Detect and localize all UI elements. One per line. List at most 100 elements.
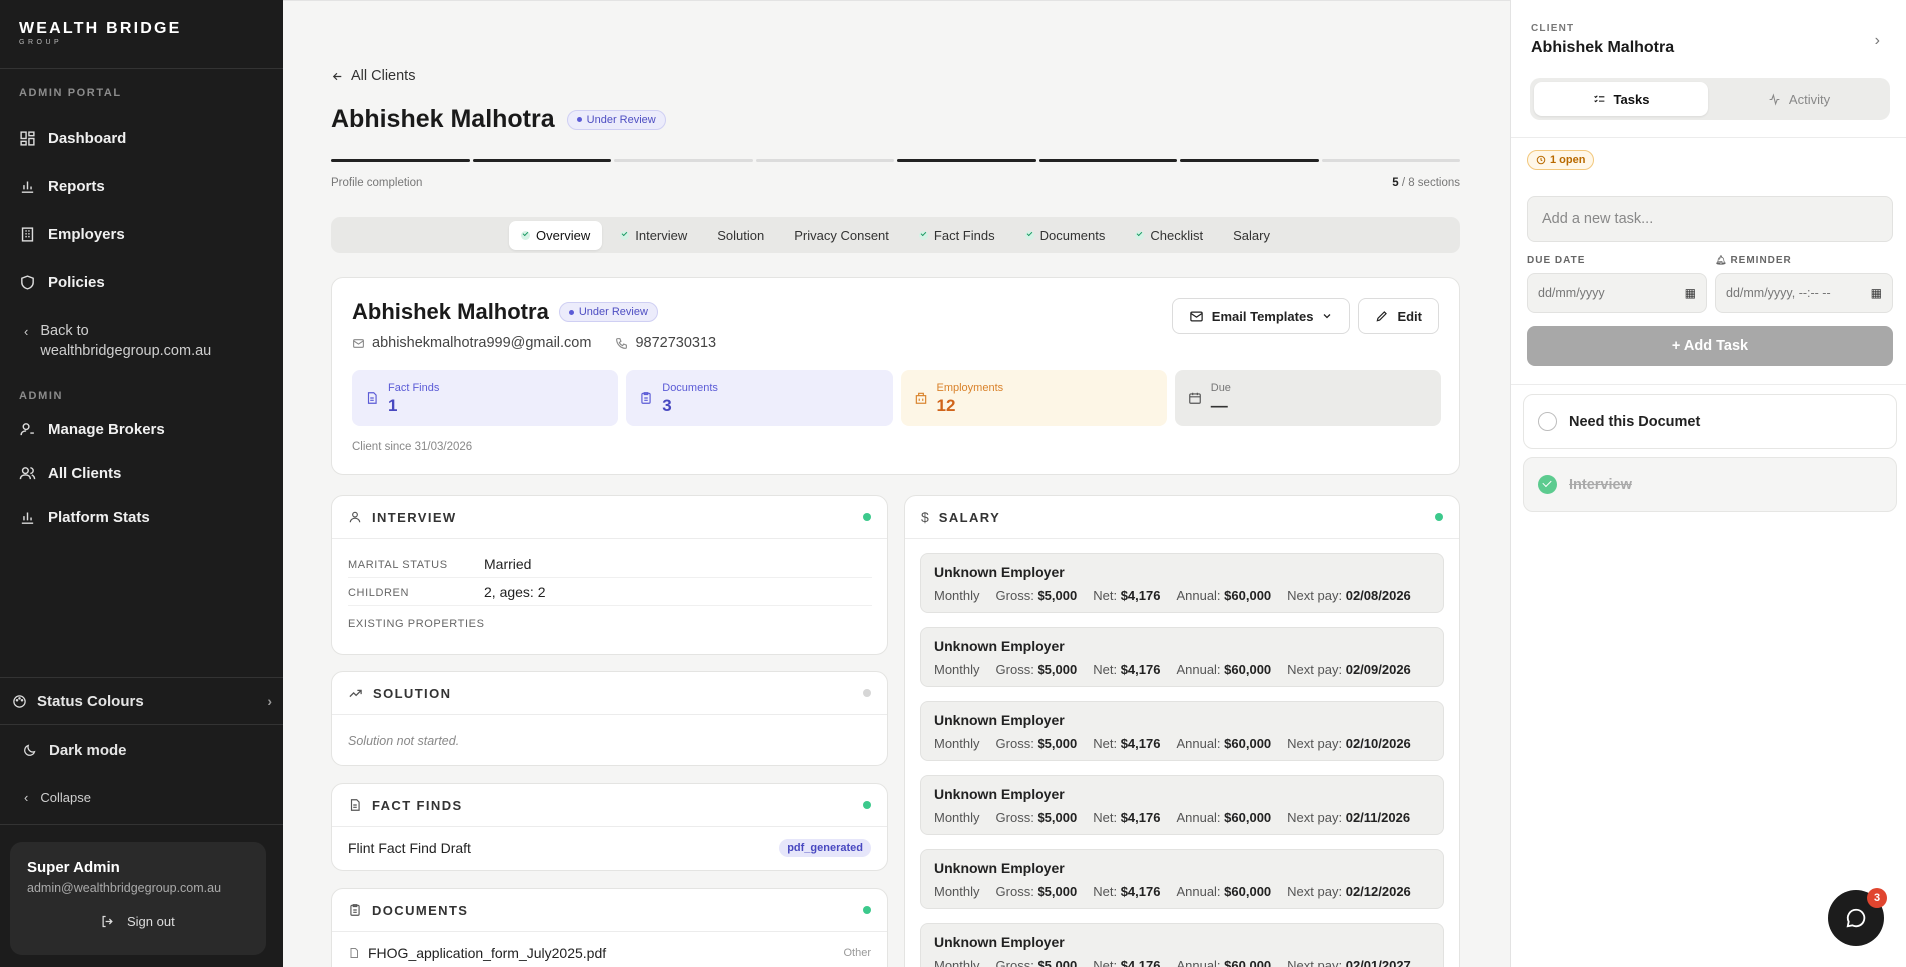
stat-label: Documents	[662, 382, 718, 394]
progress-count: 5 / 8 sections	[1392, 177, 1460, 189]
salary-item[interactable]: Unknown Employer Monthly Gross: $5,000 Net:…	[920, 553, 1444, 613]
task-item[interactable]: Need this Documet	[1523, 394, 1897, 449]
solution-header[interactable]: SOLUTION	[332, 672, 887, 715]
clipboard-icon	[350, 904, 360, 916]
documents-header[interactable]: DOCUMENTS	[332, 889, 887, 932]
stat-due[interactable]: Due —	[1174, 370, 1441, 426]
incomplete-dot	[863, 689, 871, 697]
fact-finds-header[interactable]: FACT FINDS	[332, 784, 887, 827]
net-label: Net:	[1093, 958, 1118, 967]
tab-documents[interactable]: Documents	[1013, 221, 1118, 250]
divider	[0, 677, 283, 678]
salary-details: Monthly Gross: $5,000 Net: $4,176 Annual: $…	[934, 662, 1411, 677]
sidebar-item-policies[interactable]: Policies	[19, 267, 264, 297]
sidebar-item-platform-stats[interactable]: Platform Stats	[19, 502, 264, 532]
tab-interview[interactable]: Interview	[608, 221, 699, 250]
salary-item[interactable]: Unknown Employer Monthly Gross: $5,000 Net:…	[920, 701, 1444, 761]
brand-name: WEALTH BRIDGE	[19, 20, 182, 37]
new-task-input[interactable]: Add a new task...	[1527, 196, 1893, 242]
net-label: Net:	[1093, 736, 1118, 751]
brand-logo[interactable]: WEALTH BRIDGE GROUP	[19, 20, 182, 46]
collapse-sidebar-button[interactable]: ‹ Collapse	[24, 790, 91, 805]
tab-activity[interactable]: Activity	[1712, 82, 1886, 116]
tab-privacy-consent[interactable]: Privacy Consent	[782, 221, 901, 250]
reminder-input[interactable]: dd/mm/yyyy, --:-- -- ▦	[1715, 273, 1893, 313]
fact-find-item[interactable]: Flint Fact Find Draft	[348, 840, 471, 856]
divider	[0, 724, 283, 725]
salary-details: Monthly Gross: $5,000 Net: $4,176 Annual: $…	[934, 588, 1411, 603]
tab-label: Tasks	[1613, 91, 1650, 107]
sidebar-item-all-clients[interactable]: All Clients	[19, 458, 264, 488]
net-value: $4,176	[1120, 588, 1161, 603]
sidebar-item-reports[interactable]: Reports	[19, 171, 264, 201]
tab-checklist[interactable]: Checklist	[1123, 221, 1215, 250]
back-to-site-link[interactable]: ‹ Back to wealthbridgegroup.com.au	[24, 321, 250, 361]
panel-tabs: Tasks Activity	[1530, 78, 1890, 120]
status-colours-toggle[interactable]: Status Colours ›	[12, 690, 272, 712]
tab-overview[interactable]: Overview	[509, 220, 603, 250]
task-title: Need this Documet	[1569, 413, 1701, 430]
tab-salary[interactable]: Salary	[1221, 221, 1282, 250]
next-pay: Next pay: 02/01/2027	[1287, 958, 1411, 967]
section-title: INTERVIEW	[372, 509, 457, 525]
email-templates-button[interactable]: Email Templates	[1171, 298, 1351, 334]
task-item-completed[interactable]: Interview	[1523, 457, 1897, 512]
task-checkbox-checked[interactable]	[1538, 475, 1557, 494]
tab-solution[interactable]: Solution	[705, 221, 776, 250]
net-pay: Net: $4,176	[1093, 884, 1160, 899]
tab-label: Solution	[717, 227, 765, 243]
panel-client-name: Abhishek Malhotra	[1531, 39, 1675, 56]
client-side-panel: CLIENT Abhishek Malhotra › Tasks Activit…	[1510, 0, 1906, 967]
sidebar-item-label: Platform Stats	[48, 508, 150, 526]
due-date-input[interactable]: dd/mm/yyyy ▦	[1527, 273, 1707, 313]
sidebar-item-employers[interactable]: Employers	[19, 219, 264, 249]
user-cog-icon	[20, 422, 34, 435]
progress-segment	[1180, 159, 1319, 162]
sidebar-item-label: Manage Brokers	[48, 420, 165, 438]
task-checkbox[interactable]	[1538, 412, 1557, 431]
document-item[interactable]: FHOG_application_form_July2025.pdf	[348, 945, 606, 961]
tab-fact-finds[interactable]: Fact Finds	[907, 221, 1007, 250]
client-since: Client since 31/03/2026	[352, 441, 473, 453]
client-email[interactable]: abhishekmalhotra999@gmail.com	[352, 335, 591, 351]
annual-pay: Annual: $60,000	[1176, 810, 1271, 825]
annual-value: $60,000	[1224, 884, 1272, 899]
next-pay: Next pay: 02/08/2026	[1287, 588, 1411, 603]
due-date-placeholder: dd/mm/yyyy	[1538, 286, 1605, 300]
client-phone[interactable]: 9872730313	[615, 335, 716, 351]
salary-item[interactable]: Unknown Employer Monthly Gross: $5,000 Net:…	[920, 849, 1444, 909]
dark-mode-toggle[interactable]: Dark mode	[22, 742, 127, 759]
progress-total: / 8 sections	[1401, 177, 1460, 189]
salary-header[interactable]: $ SALARY	[905, 496, 1459, 539]
stat-documents[interactable]: Documents 3	[626, 370, 893, 426]
sign-out-button[interactable]: Sign out	[100, 914, 175, 929]
calendar-icon[interactable]: ▦	[1685, 286, 1696, 300]
tab-tasks[interactable]: Tasks	[1534, 82, 1708, 116]
annual-label: Annual:	[1176, 588, 1221, 603]
stat-value: —	[1210, 396, 1228, 415]
clipboard-icon	[641, 392, 651, 404]
sidebar-item-manage-brokers[interactable]: Manage Brokers	[19, 414, 264, 444]
user-name: Super Admin	[27, 859, 120, 876]
status-badge-label: Under Review	[586, 113, 656, 126]
stat-fact-finds[interactable]: Fact Finds 1	[352, 370, 619, 426]
tab-label: Documents	[1039, 227, 1106, 243]
net-label: Net:	[1093, 810, 1118, 825]
calendar-icon[interactable]: ▦	[1871, 286, 1882, 300]
edit-button[interactable]: Edit	[1358, 298, 1439, 334]
interview-header[interactable]: INTERVIEW	[332, 496, 887, 539]
sidebar-item-dashboard[interactable]: Dashboard	[19, 123, 264, 153]
salary-item[interactable]: Unknown Employer Monthly Gross: $5,000 Net:…	[920, 775, 1444, 835]
salary-details: Monthly Gross: $5,000 Net: $4,176 Annual: $…	[934, 736, 1411, 751]
chevron-right-icon[interactable]: ›	[1875, 32, 1880, 50]
salary-item[interactable]: Unknown Employer Monthly Gross: $5,000 Net:…	[920, 627, 1444, 687]
mail-icon	[1190, 311, 1203, 321]
stat-employments[interactable]: Employments 12	[900, 370, 1167, 426]
clock-icon	[1536, 155, 1546, 165]
add-task-button[interactable]: + Add Task	[1527, 326, 1893, 366]
profile-progress-bar	[331, 159, 1460, 162]
open-tasks-text: 1 open	[1550, 154, 1586, 166]
salary-item[interactable]: Unknown Employer Monthly Gross: $5,000 Net:…	[920, 923, 1444, 967]
all-clients-link[interactable]: All Clients	[331, 68, 415, 84]
chat-button[interactable]: 3	[1828, 888, 1887, 946]
